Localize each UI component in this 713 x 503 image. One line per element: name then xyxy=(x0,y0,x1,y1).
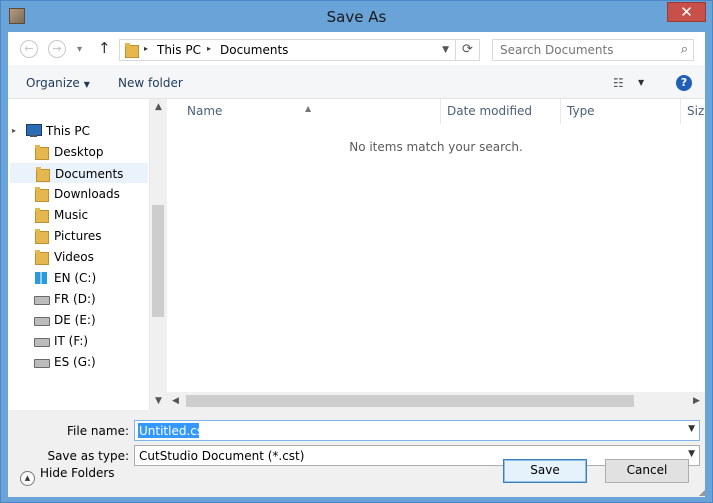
save-as-dialog: Save As ✕ ← → ▾ ↑ ▸ This PC ▸ Documents … xyxy=(0,0,713,503)
tree-item-desktop[interactable]: Desktop xyxy=(34,142,104,162)
scroll-right-icon[interactable]: ▶ xyxy=(688,392,705,410)
tree-item-this-pc[interactable]: ▸ This PC xyxy=(12,121,149,141)
tree-item-label: Downloads xyxy=(54,187,120,201)
help-icon[interactable]: ? xyxy=(676,75,692,91)
column-header-label: Type xyxy=(567,104,595,118)
chevron-down-icon[interactable]: ▼ xyxy=(688,424,695,434)
nav-pane-scrollbar[interactable]: ▲ ▼ xyxy=(149,99,167,410)
cancel-button[interactable]: Cancel xyxy=(605,459,689,483)
column-header-name[interactable]: ▲ Name xyxy=(167,99,441,124)
drive-icon xyxy=(34,355,50,369)
folder-icon xyxy=(124,43,140,58)
close-button[interactable]: ✕ xyxy=(667,2,706,22)
breadcrumb-separator[interactable]: ▸ xyxy=(207,44,211,53)
up-button[interactable]: ↑ xyxy=(98,39,111,57)
folder-icon xyxy=(34,250,50,265)
chevron-right-icon[interactable]: ▸ xyxy=(12,121,16,141)
breadcrumb-this-pc[interactable]: This PC xyxy=(157,43,201,57)
breadcrumb-separator: ▸ xyxy=(144,44,149,53)
tree-item-label: IT (F:) xyxy=(54,334,89,348)
tree-item-label: This PC xyxy=(46,124,90,138)
navigation-pane: ▸ This PC Desktop Documents Downloads Mu… xyxy=(8,99,167,410)
recent-locations-button[interactable]: ▾ xyxy=(77,44,82,55)
organize-label: Organize xyxy=(26,76,80,90)
address-bar[interactable]: ▸ This PC ▸ Documents ▼ ⟳ xyxy=(119,39,480,61)
file-name-input[interactable] xyxy=(135,421,675,440)
file-name-combobox[interactable]: ▼ xyxy=(134,420,700,441)
tree-item-drive-f[interactable]: IT (F:) xyxy=(34,331,88,351)
new-folder-button[interactable]: New folder xyxy=(118,76,183,90)
search-icon[interactable]: ⌕ xyxy=(681,42,688,57)
save-type-value: CutStudio Document (*.cst) xyxy=(139,449,305,463)
scroll-left-icon[interactable]: ◀ xyxy=(167,392,184,410)
tree-item-label: Desktop xyxy=(54,145,104,159)
folder-icon xyxy=(34,187,50,202)
breadcrumb-documents[interactable]: Documents xyxy=(220,43,288,57)
tree-item-drive-d[interactable]: FR (D:) xyxy=(34,289,96,309)
folder-icon xyxy=(34,208,50,223)
chevron-up-icon: ▲ xyxy=(20,471,35,486)
chevron-down-icon[interactable]: ▼ xyxy=(688,449,695,459)
windows-drive-icon xyxy=(34,271,50,285)
scroll-down-icon[interactable]: ▼ xyxy=(150,393,167,410)
scrollbar-thumb[interactable] xyxy=(186,395,634,407)
folder-icon xyxy=(34,229,50,244)
save-type-label: Save as type: xyxy=(47,449,129,463)
drive-icon xyxy=(34,334,50,348)
column-header-label: Size xyxy=(687,104,705,118)
column-header-size[interactable]: Size xyxy=(681,99,705,124)
column-header-label: Name xyxy=(187,104,223,118)
tree-item-documents[interactable]: Documents xyxy=(10,163,148,183)
tree-item-label: Music xyxy=(54,208,89,222)
view-options-icon[interactable]: ☷ xyxy=(613,76,624,90)
tree-item-label: Videos xyxy=(54,250,94,264)
drive-icon xyxy=(34,292,50,306)
refresh-button[interactable]: ⟳ xyxy=(455,40,479,60)
scrollbar-thumb[interactable] xyxy=(152,205,164,317)
save-button[interactable]: Save xyxy=(503,459,587,483)
column-header-type[interactable]: Type xyxy=(561,99,681,124)
tree-item-drive-e[interactable]: DE (E:) xyxy=(34,310,96,330)
tree-item-label: Pictures xyxy=(54,229,102,243)
column-header-label: Date modified xyxy=(447,104,533,118)
tree-item-drive-g[interactable]: ES (G:) xyxy=(34,352,96,372)
tree-item-label: Documents xyxy=(55,167,124,181)
tree-item-label: EN (C:) xyxy=(54,271,97,285)
window-title: Save As xyxy=(326,8,387,26)
search-input[interactable] xyxy=(493,40,668,60)
navigation-bar: ← → ▾ ↑ ▸ This PC ▸ Documents ▼ ⟳ ⌕ xyxy=(8,32,705,65)
tree-item-label: FR (D:) xyxy=(54,292,96,306)
sort-ascending-icon: ▲ xyxy=(305,104,312,113)
tree-item-label: DE (E:) xyxy=(54,313,96,327)
file-list-scrollbar[interactable]: ◀ ▶ xyxy=(167,392,705,410)
tree-item-label: ES (G:) xyxy=(54,355,96,369)
dialog-content: ← → ▾ ↑ ▸ This PC ▸ Documents ▼ ⟳ ⌕ Orga… xyxy=(8,32,705,497)
chevron-down-icon: ▼ xyxy=(83,80,90,89)
tree-item-music[interactable]: Music xyxy=(34,205,88,225)
search-box[interactable]: ⌕ xyxy=(492,39,694,61)
hide-folders-button[interactable]: ▲ Hide Folders xyxy=(20,466,115,486)
empty-message: No items match your search. xyxy=(349,140,523,154)
tree-item-downloads[interactable]: Downloads xyxy=(34,184,120,204)
file-name-label: File name: xyxy=(67,424,129,438)
scroll-up-icon[interactable]: ▲ xyxy=(150,99,167,116)
pc-icon xyxy=(26,124,42,138)
tree-item-videos[interactable]: Videos xyxy=(34,247,94,267)
folder-icon xyxy=(34,145,50,160)
folder-icon xyxy=(35,167,51,182)
title-bar[interactable]: Save As ✕ xyxy=(1,1,712,32)
organize-menu[interactable]: Organize ▼ xyxy=(26,76,90,90)
drive-icon xyxy=(34,313,50,327)
tree-item-pictures[interactable]: Pictures xyxy=(34,226,102,246)
forward-button[interactable]: → xyxy=(48,40,66,58)
address-dropdown-icon[interactable]: ▼ xyxy=(442,45,449,55)
chevron-down-icon[interactable]: ▼ xyxy=(638,78,644,87)
resize-grip-icon[interactable]: ◢ xyxy=(699,488,705,497)
column-header-date-modified[interactable]: Date modified xyxy=(441,99,561,124)
hide-folders-label: Hide Folders xyxy=(40,466,115,480)
file-list: ▲ Name Date modified Type Size No items … xyxy=(167,99,705,410)
tree-item-drive-c[interactable]: EN (C:) xyxy=(34,268,96,288)
command-toolbar: Organize ▼ New folder ☷ ▼ ? xyxy=(8,65,705,99)
back-button[interactable]: ← xyxy=(20,40,38,58)
